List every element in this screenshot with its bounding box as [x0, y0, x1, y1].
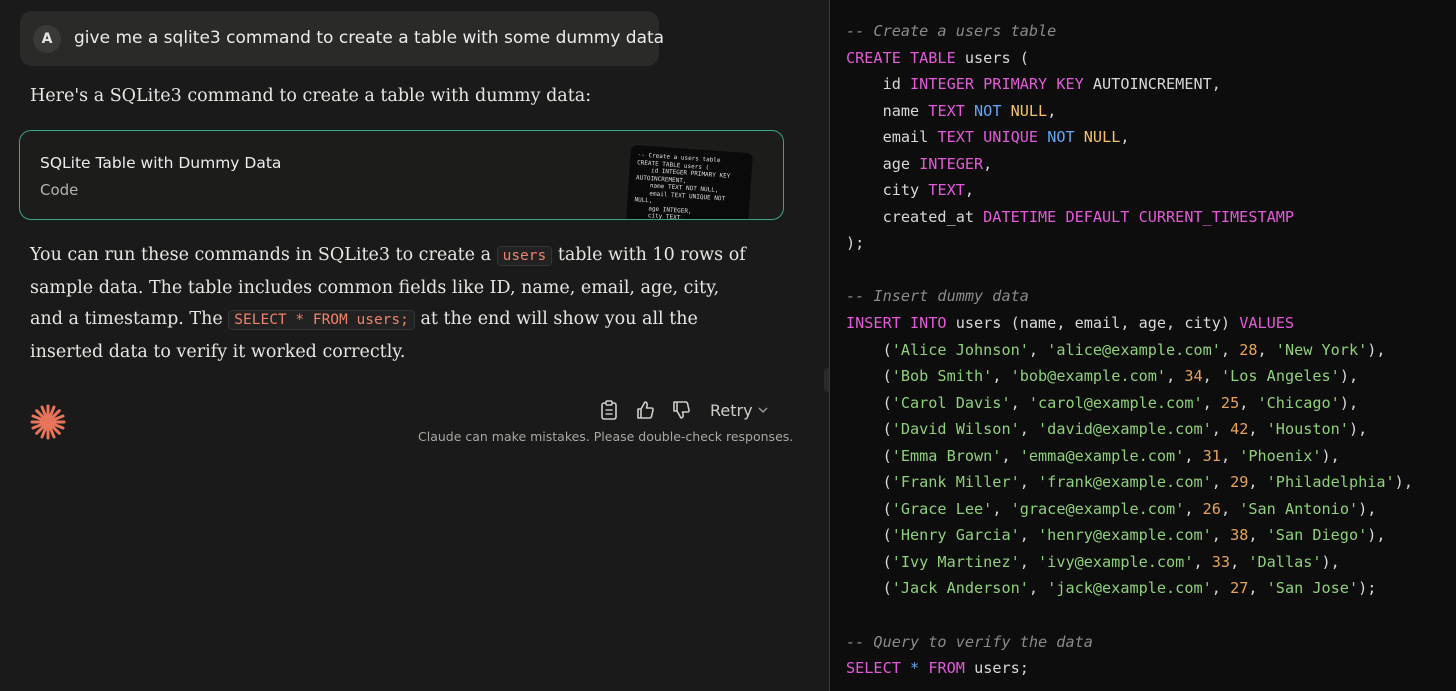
code-row: ('Emma Brown', 'emma@example.com', 31, '…: [846, 446, 1340, 465]
disclaimer: Claude can make mistakes. Please double-…: [418, 429, 794, 444]
thumbs-down-icon[interactable]: [670, 399, 692, 421]
code-row: ('Grace Lee', 'grace@example.com', 26, '…: [846, 499, 1377, 518]
inline-code-users: users: [496, 246, 553, 266]
chat-panel: A give me a sqlite3 command to create a …: [0, 0, 828, 691]
artifact-card[interactable]: SQLite Table with Dummy Data Code -- Cre…: [19, 130, 784, 220]
code-comment: -- Insert dummy data: [846, 287, 1029, 306]
inline-code-select: SELECT * FROM users;: [228, 310, 415, 330]
clipboard-icon[interactable]: [598, 399, 620, 421]
code-row: ('Bob Smith', 'bob@example.com', 34, 'Lo…: [846, 367, 1359, 386]
code-row: ('Ivy Martinez', 'ivy@example.com', 33, …: [846, 552, 1340, 571]
code-row: ('Jack Anderson', 'jack@example.com', 27…: [846, 579, 1377, 598]
code-comment: -- Query to verify the data: [846, 632, 1093, 651]
code-row: ('Frank Miller', 'frank@example.com', 29…: [846, 473, 1413, 492]
retry-button[interactable]: Retry: [710, 401, 769, 420]
response-body: You can run these commands in SQLite3 to…: [30, 240, 750, 368]
response-intro: Here's a SQLite3 command to create a tab…: [30, 86, 592, 106]
retry-label: Retry: [710, 400, 753, 420]
thumbs-up-icon[interactable]: [634, 399, 656, 421]
code-row: ('Carol Davis', 'carol@example.com', 25,…: [846, 393, 1359, 412]
code-row: ('Henry Garcia', 'henry@example.com', 38…: [846, 526, 1386, 545]
code-comment: -- Create a users table: [846, 22, 1057, 40]
user-message: A give me a sqlite3 command to create a …: [20, 11, 664, 66]
code-panel: -- Create a users table CREATE TABLE use…: [829, 0, 1456, 691]
claude-logo-icon: [30, 404, 66, 440]
code-row: ('Alice Johnson', 'alice@example.com', 2…: [846, 340, 1386, 359]
chevron-down-icon: [758, 407, 768, 414]
code-block: -- Create a users table CREATE TABLE use…: [846, 22, 1413, 678]
code-row: ('David Wilson', 'david@example.com', 42…: [846, 420, 1368, 439]
artifact-thumbnail: -- Create a users table CREATE TABLE use…: [625, 144, 753, 219]
response-actions: Retry: [598, 397, 769, 423]
artifact-type: Code: [40, 181, 79, 199]
user-message-text: give me a sqlite3 command to create a ta…: [74, 28, 665, 48]
user-avatar[interactable]: A: [33, 25, 61, 53]
body-text-1: You can run these commands in SQLite3 to…: [30, 245, 497, 265]
artifact-title: SQLite Table with Dummy Data: [40, 154, 282, 172]
